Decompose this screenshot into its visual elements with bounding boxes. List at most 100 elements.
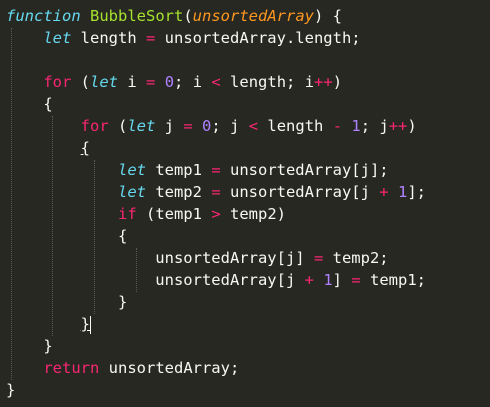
code-token: if (117, 205, 137, 223)
code-token: let (43, 29, 72, 47)
code-token: let (127, 117, 156, 135)
code-token: temp2 (145, 183, 212, 201)
code-token: ( (71, 73, 90, 91)
code-token: = (183, 117, 193, 135)
code-token: = (211, 183, 221, 201)
code-token: length (258, 117, 333, 135)
code-line[interactable]: function BubbleSort(unsortedArray) { (6, 5, 342, 27)
code-token: { (6, 95, 53, 113)
text-cursor (90, 315, 91, 334)
code-token: return (43, 359, 100, 377)
code-token: ) { (314, 7, 342, 25)
code-token: } (6, 293, 128, 311)
code-token: ; i (174, 73, 212, 91)
code-line[interactable]: } (6, 379, 15, 401)
code-token: < (211, 73, 221, 91)
code-token: > (211, 205, 221, 223)
code-token: BubbleSort (90, 7, 184, 25)
code-token: unsortedArray[j]; (220, 161, 389, 179)
code-token: unsortedArray[j (6, 271, 305, 289)
code-token: length (71, 29, 146, 47)
code-editor[interactable]: function BubbleSort(unsortedArray) { let… (0, 0, 490, 407)
code-token: { (6, 227, 128, 245)
code-token: = (313, 249, 324, 267)
code-token: ] (332, 271, 352, 289)
code-line[interactable]: } (6, 313, 91, 335)
code-token: i (118, 73, 146, 91)
code-token: unsortedArray; (99, 359, 240, 377)
code-token: for (80, 117, 109, 135)
code-token: { (80, 139, 90, 157)
code-line[interactable]: let temp2 = unsortedArray[j + 1]; (6, 181, 426, 203)
code-token: ++ (388, 117, 408, 135)
code-token: 1 (323, 271, 333, 289)
code-token: unsortedArray (192, 7, 314, 25)
code-token: ) (407, 117, 417, 135)
code-token: } (80, 315, 90, 333)
code-token: ; j (360, 117, 389, 135)
code-token: ( (108, 117, 128, 135)
code-line[interactable]: let length = unsortedArray.length; (6, 27, 361, 49)
code-token: + (379, 183, 389, 201)
code-line[interactable]: let temp1 = unsortedArray[j]; (6, 159, 389, 181)
code-token: length; i (220, 73, 315, 91)
code-token: temp2; (323, 249, 389, 267)
code-token: = (145, 29, 156, 47)
code-token: 0 (164, 73, 175, 91)
code-line[interactable]: { (6, 93, 53, 115)
code-token: ++ (314, 73, 333, 91)
code-token: let (117, 183, 146, 201)
code-token: temp2) (220, 205, 286, 223)
code-token: unsortedArray[j] (6, 249, 314, 267)
code-line[interactable]: return unsortedArray; (6, 357, 239, 379)
code-token: < (248, 117, 259, 135)
code-line[interactable]: { (6, 137, 90, 159)
code-token: 0 (202, 117, 212, 135)
code-token: = (211, 161, 221, 179)
code-token: 1 (397, 183, 408, 201)
code-token: (temp1 (136, 205, 212, 223)
code-line[interactable]: if (temp1 > temp2) (6, 203, 286, 225)
code-token: temp1; (360, 271, 426, 289)
code-token: unsortedArray.length; (155, 29, 361, 47)
code-token: - (332, 117, 343, 135)
code-line[interactable]: } (6, 335, 53, 357)
code-token: + (304, 271, 314, 289)
code-token: let (117, 161, 146, 179)
code-line[interactable]: for (let j = 0; j < length - 1; j++) (6, 115, 417, 137)
code-line[interactable]: unsortedArray[j] = temp2; (6, 247, 389, 269)
code-token: } (6, 381, 16, 399)
code-token: = (146, 73, 156, 91)
code-token: let (90, 73, 118, 91)
code-token: = (351, 271, 361, 289)
code-token: temp1 (145, 161, 212, 179)
code-line[interactable]: for (let i = 0; i < length; i++) (6, 71, 342, 93)
code-token: ) (332, 73, 343, 91)
code-token: 1 (351, 117, 361, 135)
code-token: function (6, 7, 81, 25)
code-line[interactable]: unsortedArray[j + 1] = temp1; (6, 269, 426, 291)
code-token: ]; (407, 183, 426, 201)
code-token: j (155, 117, 184, 135)
code-token: for (43, 73, 72, 91)
code-line[interactable]: { (6, 225, 127, 247)
code-line[interactable]: } (6, 291, 127, 313)
code-token: unsortedArray[j (220, 183, 380, 201)
code-token: ( (183, 7, 193, 25)
code-token: } (6, 337, 53, 355)
